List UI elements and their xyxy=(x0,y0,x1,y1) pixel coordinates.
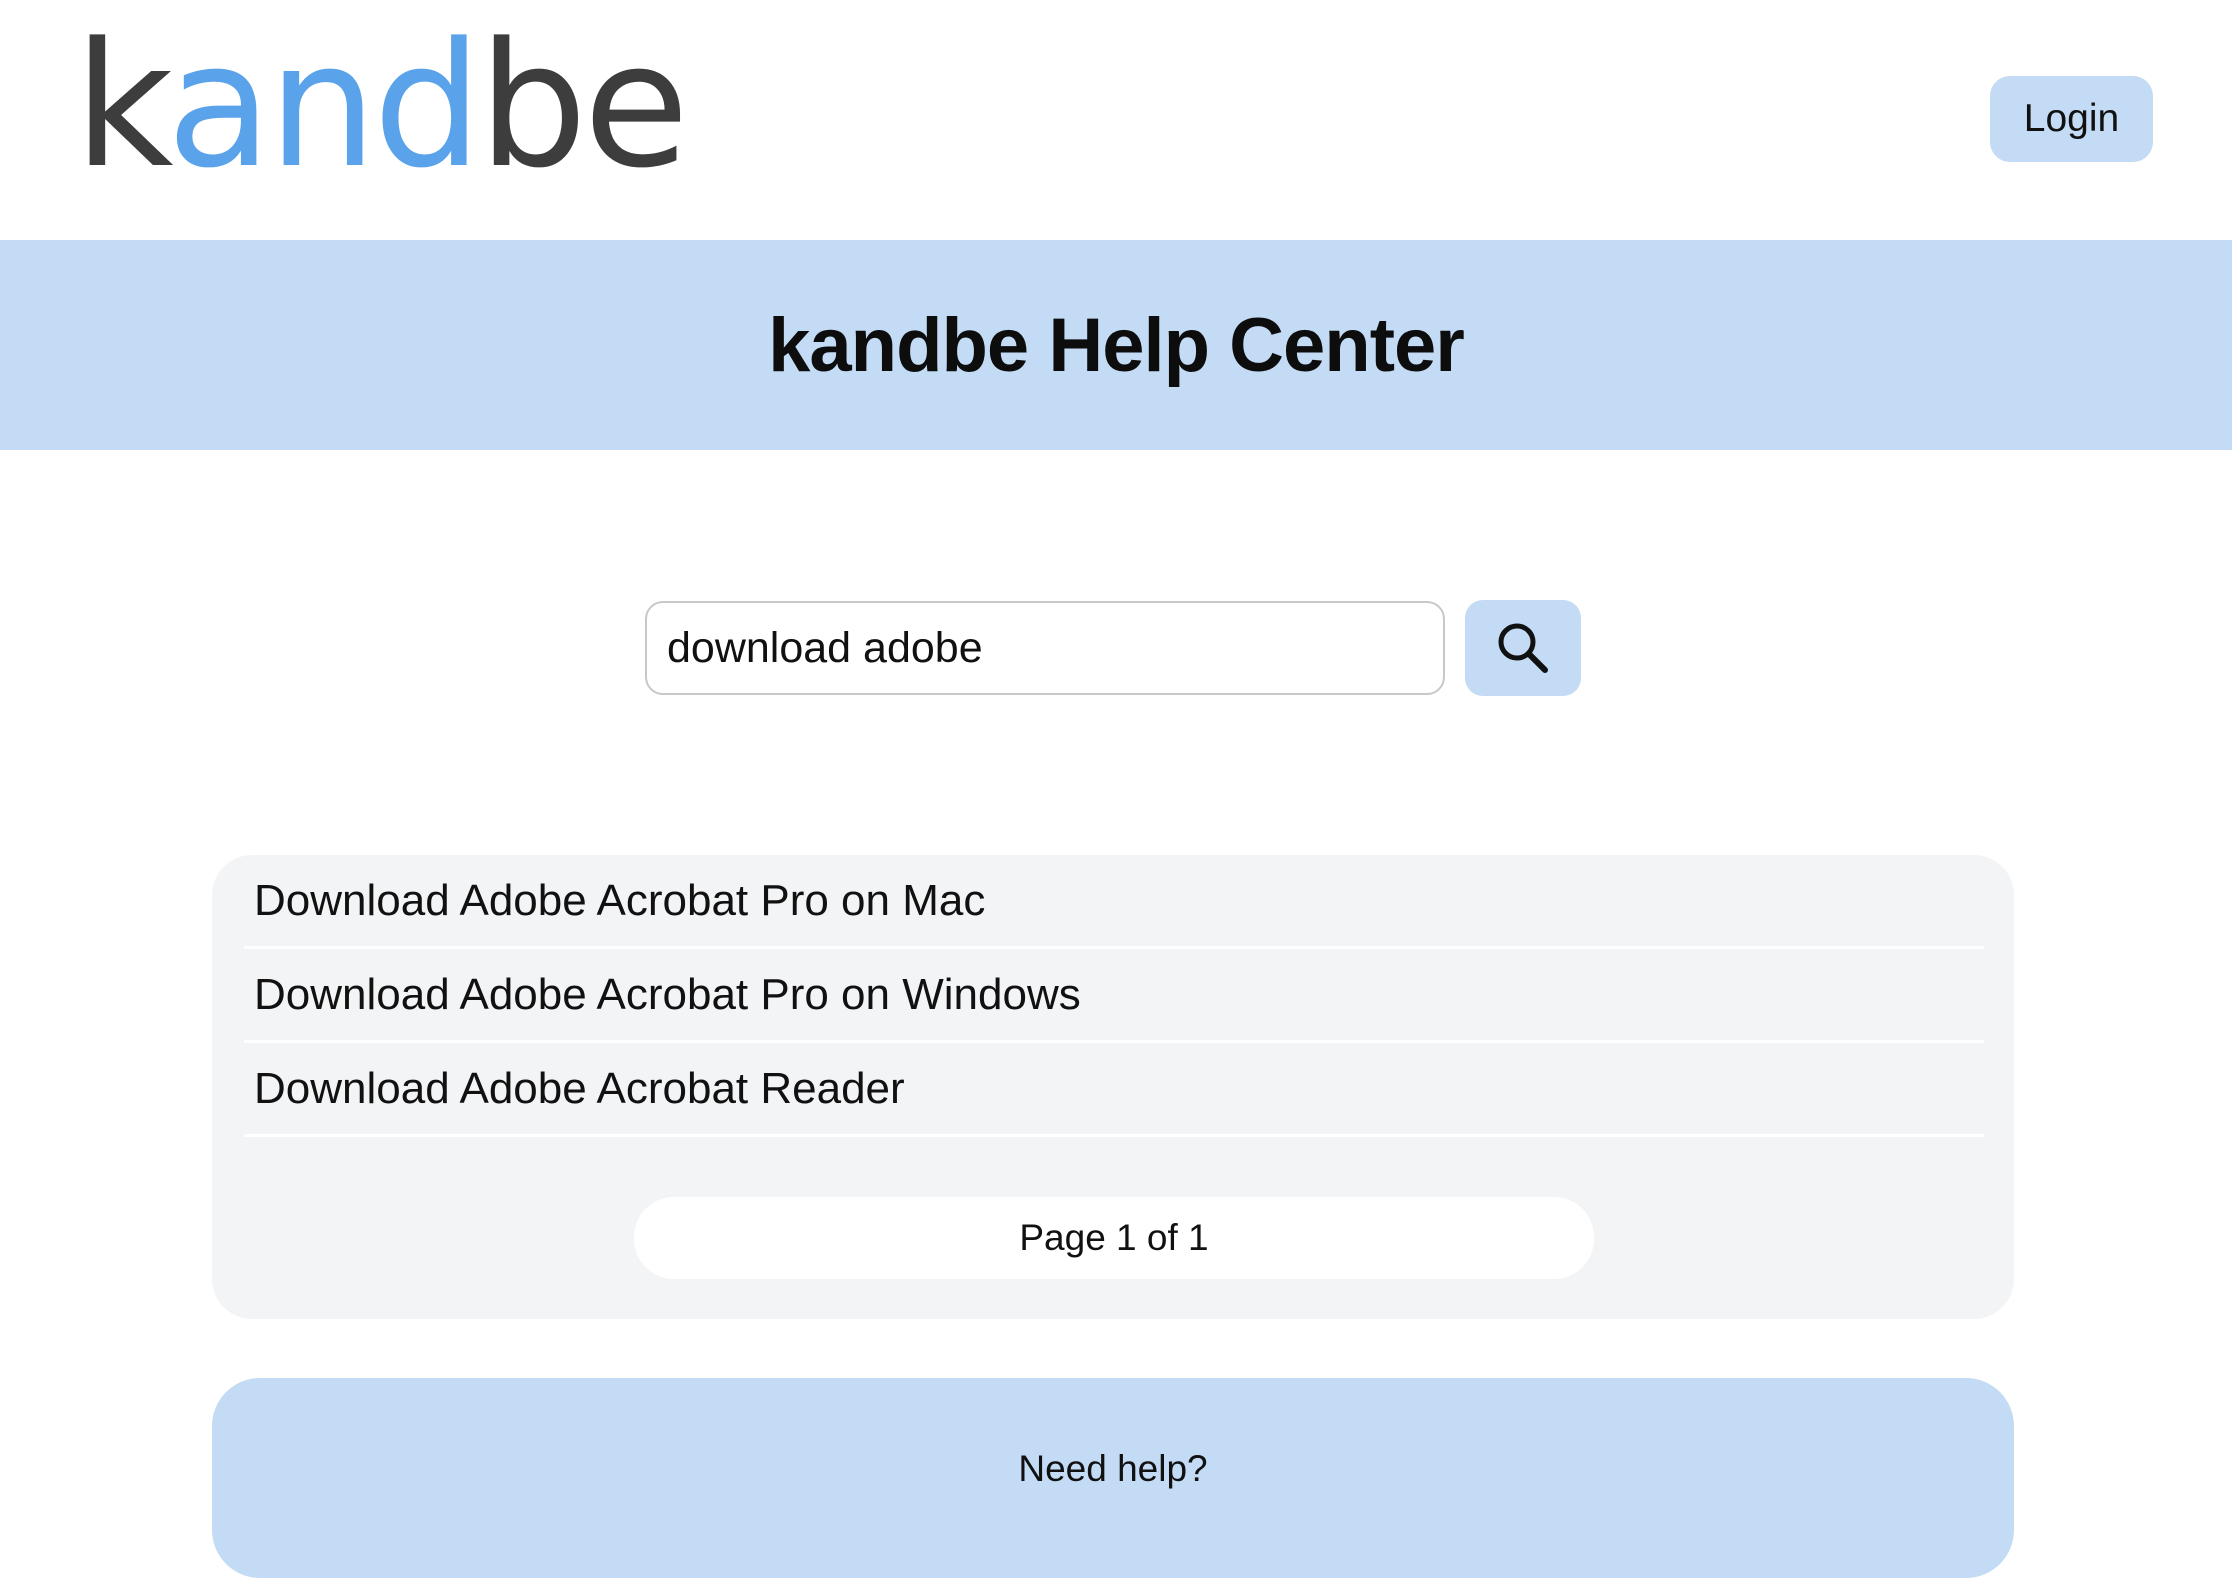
result-item[interactable]: Download Adobe Acrobat Reader xyxy=(244,1043,1984,1137)
top-bar: kandbe Login xyxy=(0,0,2232,240)
pagination-indicator: Page 1 of 1 xyxy=(634,1197,1594,1279)
search-input[interactable] xyxy=(645,601,1445,695)
result-item[interactable]: Download Adobe Acrobat Pro on Mac xyxy=(244,855,1984,949)
search-results-panel: Download Adobe Acrobat Pro on Mac Downlo… xyxy=(212,855,2014,1319)
result-item[interactable]: Download Adobe Acrobat Pro on Windows xyxy=(244,949,1984,1043)
page-title: kandbe Help Center xyxy=(768,302,1465,388)
hero-banner: kandbe Help Center xyxy=(0,240,2232,450)
search-icon xyxy=(1498,623,1548,673)
logo-part-be: be xyxy=(478,5,689,206)
login-button[interactable]: Login xyxy=(1990,76,2153,162)
need-help-heading: Need help? xyxy=(1018,1448,1208,1489)
logo-part-and: and xyxy=(166,5,483,206)
kandbe-logo[interactable]: kandbe xyxy=(74,20,689,192)
logo-part-k: k xyxy=(74,5,171,206)
search-button[interactable] xyxy=(1465,600,1581,696)
need-help-panel: Need help? xyxy=(212,1378,2014,1578)
